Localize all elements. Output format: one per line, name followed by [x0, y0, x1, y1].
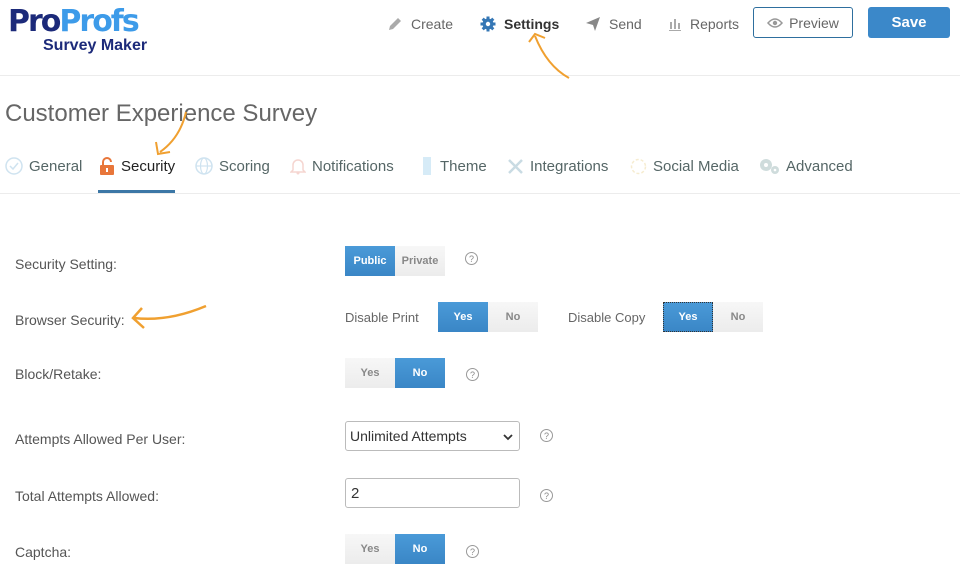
- help-icon[interactable]: ?: [466, 545, 479, 558]
- block-retake-label: Block/Retake:: [15, 366, 102, 382]
- tab-general-label: General: [29, 157, 83, 175]
- tab-theme[interactable]: Theme: [420, 156, 487, 176]
- nav-create[interactable]: Create: [387, 14, 453, 34]
- total-attempts-label: Total Attempts Allowed:: [15, 488, 159, 504]
- chevron-down-icon: [503, 428, 513, 444]
- tab-security[interactable]: Security: [99, 156, 175, 176]
- attempts-per-user-label: Attempts Allowed Per User:: [15, 431, 186, 447]
- help-icon[interactable]: ?: [540, 429, 553, 442]
- help-icon[interactable]: ?: [466, 368, 479, 381]
- help-icon[interactable]: ?: [540, 489, 553, 502]
- logo-text-profs: Profs: [59, 4, 139, 39]
- disable-print-yes[interactable]: Yes: [438, 302, 488, 332]
- active-tab-indicator: [98, 190, 175, 193]
- tools-icon: [507, 158, 524, 175]
- page-title: Customer Experience Survey: [5, 100, 318, 127]
- eye-icon: [767, 17, 784, 29]
- security-setting-label: Security Setting:: [15, 256, 117, 272]
- captcha-no[interactable]: No: [395, 534, 445, 564]
- tab-integrations-label: Integrations: [530, 157, 609, 175]
- logo-text-pro: Pro: [8, 4, 61, 39]
- nav-reports[interactable]: Reports: [668, 14, 739, 34]
- tab-notifications[interactable]: Notifications: [290, 156, 394, 176]
- tab-notifications-label: Notifications: [312, 157, 394, 175]
- disable-print-no[interactable]: No: [488, 302, 538, 332]
- security-setting-toggle: Public Private: [345, 246, 445, 276]
- block-retake-yes[interactable]: Yes: [345, 358, 395, 388]
- disable-copy-toggle: Yes No: [663, 302, 763, 332]
- logo-subtitle: Survey Maker: [43, 37, 148, 54]
- proprofs-logo[interactable]: ProProfs Survey Maker: [8, 4, 147, 55]
- globe-icon: [195, 157, 213, 175]
- save-button[interactable]: Save: [868, 7, 950, 38]
- help-icon[interactable]: ?: [465, 252, 478, 265]
- disable-print-label: Disable Print: [345, 310, 419, 325]
- block-retake-no[interactable]: No: [395, 358, 445, 388]
- top-bar: ProProfs Survey Maker Create Settings Se…: [0, 0, 960, 76]
- settings-tabs: General Security Scoring Notifications T…: [0, 150, 960, 194]
- nav-settings[interactable]: Settings: [480, 14, 559, 34]
- disable-copy-label: Disable Copy: [568, 310, 646, 325]
- annotation-arrow-icon: [131, 304, 207, 329]
- pencil-icon: [387, 16, 403, 32]
- bar-chart-icon: [668, 17, 682, 31]
- paintbrush-icon: [420, 157, 434, 175]
- disable-copy-no[interactable]: No: [713, 302, 763, 332]
- browser-security-label: Browser Security:: [15, 312, 125, 328]
- paper-plane-icon: [585, 16, 601, 32]
- gear-icon: [480, 16, 496, 32]
- lock-icon: [99, 157, 115, 175]
- tab-advanced[interactable]: Advanced: [758, 156, 853, 176]
- tab-scoring[interactable]: Scoring: [195, 156, 270, 176]
- private-option[interactable]: Private: [395, 246, 445, 276]
- attempts-per-user-value: Unlimited Attempts: [350, 428, 467, 444]
- nav-settings-label: Settings: [504, 16, 560, 32]
- tab-integrations[interactable]: Integrations: [507, 156, 608, 176]
- nav-create-label: Create: [411, 16, 454, 32]
- nav-send-label: Send: [609, 16, 642, 32]
- tab-security-label: Security: [121, 157, 176, 175]
- check-circle-icon: [5, 157, 23, 175]
- nav-reports-label: Reports: [690, 16, 740, 32]
- tab-general[interactable]: General: [5, 156, 82, 176]
- share-icon: [630, 158, 647, 175]
- captcha-yes[interactable]: Yes: [345, 534, 395, 564]
- public-option[interactable]: Public: [345, 246, 395, 276]
- disable-print-toggle: Yes No: [438, 302, 538, 332]
- tab-theme-label: Theme: [440, 157, 487, 175]
- tab-social-media-label: Social Media: [653, 157, 739, 175]
- tab-scoring-label: Scoring: [219, 157, 270, 175]
- disable-copy-yes[interactable]: Yes: [663, 302, 713, 332]
- block-retake-toggle: Yes No: [345, 358, 445, 388]
- gears-icon: [758, 157, 780, 175]
- bell-icon: [290, 157, 306, 175]
- tab-social-media[interactable]: Social Media: [630, 156, 739, 176]
- preview-label: Preview: [789, 14, 839, 31]
- nav-send[interactable]: Send: [585, 14, 642, 34]
- captcha-label: Captcha:: [15, 544, 72, 560]
- total-attempts-input[interactable]: 2: [345, 478, 520, 508]
- attempts-per-user-select[interactable]: Unlimited Attempts: [345, 421, 520, 451]
- tab-advanced-label: Advanced: [786, 157, 853, 175]
- captcha-toggle: Yes No: [345, 534, 445, 564]
- preview-button[interactable]: Preview: [753, 7, 853, 38]
